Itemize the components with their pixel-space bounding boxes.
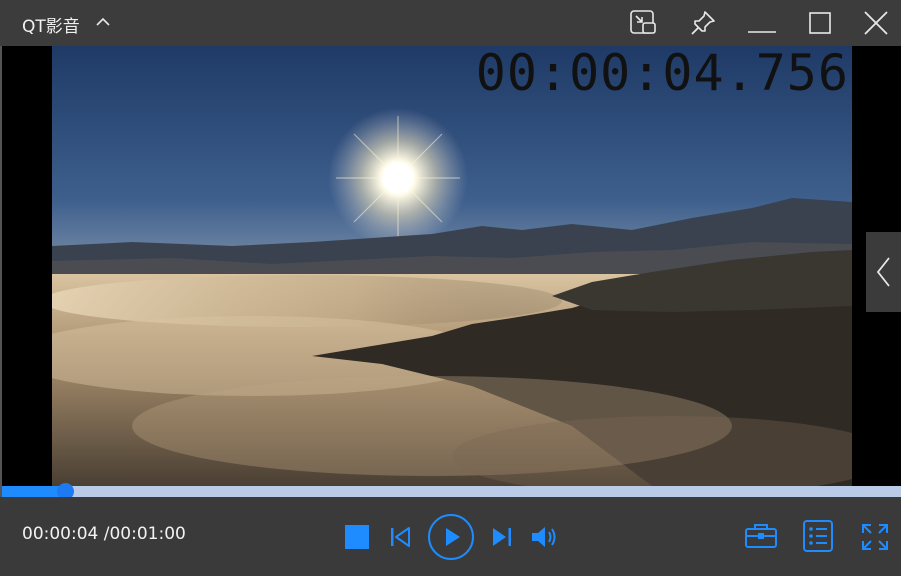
- playlist-button[interactable]: [800, 517, 836, 555]
- close-icon: [864, 11, 888, 35]
- progress-fill: [2, 486, 65, 497]
- control-bar: 00:00:04 /00:01:00: [0, 497, 901, 576]
- stop-icon: [345, 525, 369, 549]
- toolbox-button[interactable]: [743, 519, 779, 553]
- video-area[interactable]: 00:00:04.756: [2, 46, 901, 486]
- next-button[interactable]: [488, 522, 516, 552]
- stop-button[interactable]: [342, 522, 372, 552]
- video-scene-image: [52, 46, 852, 486]
- chevron-left-icon: [876, 257, 890, 287]
- play-icon: [428, 514, 474, 560]
- close-button[interactable]: [861, 8, 891, 38]
- play-button[interactable]: [426, 512, 476, 562]
- title-bar: QT影音: [0, 0, 901, 46]
- previous-icon: [391, 527, 410, 547]
- pin-icon: [691, 11, 715, 35]
- picture-in-picture-icon: [630, 10, 656, 34]
- playlist-icon: [803, 520, 833, 552]
- player-window: QT影音 00:00:04.756 00:00:04 /00:01:00: [0, 0, 901, 576]
- side-panel-toggle[interactable]: [866, 232, 901, 312]
- current-time: 00:00:04: [22, 524, 99, 544]
- minimize-icon: [748, 31, 776, 33]
- time-display: 00:00:04 /00:01:00: [22, 524, 186, 544]
- app-title: QT影音: [22, 17, 80, 37]
- video-frame: [52, 46, 852, 486]
- progress-bar[interactable]: [2, 483, 901, 500]
- toolbox-icon: [745, 524, 777, 548]
- total-time: /00:01:00: [98, 524, 186, 544]
- timecode-overlay: 00:00:04.756: [475, 46, 849, 102]
- minimize-button[interactable]: [747, 8, 777, 38]
- fullscreen-button[interactable]: [859, 521, 891, 553]
- volume-button[interactable]: [528, 521, 562, 553]
- maximize-icon: [809, 12, 831, 34]
- next-icon: [493, 528, 511, 546]
- maximize-button[interactable]: [805, 8, 835, 38]
- chevron-up-icon[interactable]: [95, 14, 111, 35]
- pin-button[interactable]: [688, 8, 718, 38]
- volume-icon: [532, 527, 556, 547]
- previous-button[interactable]: [386, 522, 414, 552]
- picture-in-picture-button[interactable]: [628, 8, 658, 38]
- fullscreen-icon: [862, 524, 888, 550]
